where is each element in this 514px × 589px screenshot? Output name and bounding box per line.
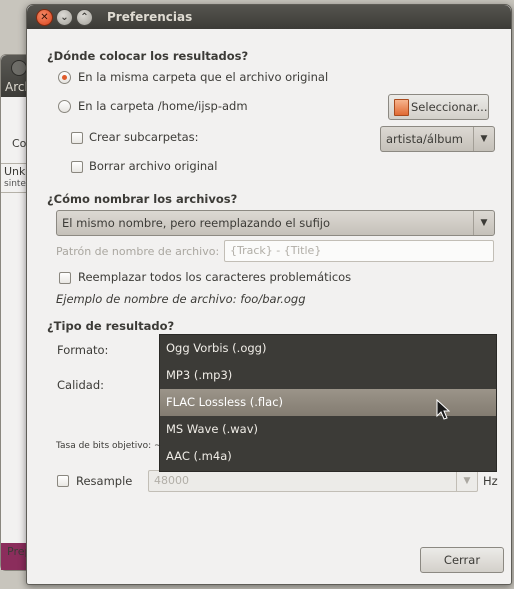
replace-chars-checkbox[interactable] bbox=[59, 272, 71, 284]
result-header: ¿Tipo de resultado? bbox=[47, 319, 175, 333]
close-button[interactable]: Cerrar bbox=[420, 547, 504, 573]
create-subfolders-checkbox[interactable] bbox=[71, 132, 83, 144]
dialog-title: Preferencias bbox=[107, 10, 193, 24]
background-row-unk: Unk bbox=[4, 165, 26, 178]
delete-original-label[interactable]: Borrar archivo original bbox=[89, 159, 217, 173]
naming-mode-combo[interactable]: El mismo nombre, pero reemplazando el su… bbox=[56, 210, 495, 236]
dropdown-arrow-icon: ▼ bbox=[456, 471, 477, 491]
where-header: ¿Dónde colocar los resultados? bbox=[47, 49, 249, 63]
pattern-label: Patrón de nombre de archivo: bbox=[56, 245, 220, 258]
background-label-co: Co bbox=[12, 137, 27, 150]
naming-header: ¿Cómo nombrar los archivos? bbox=[47, 192, 238, 206]
background-row-sint: sinte bbox=[4, 179, 26, 189]
filename-example: Ejemplo de nombre de archivo: foo/bar.og… bbox=[56, 292, 306, 306]
replace-chars-label[interactable]: Reemplazar todos los caracteres problemá… bbox=[78, 270, 351, 284]
dropdown-arrow-icon: ▼ bbox=[473, 211, 494, 235]
preferences-dialog: ✕ ⌄ ⌃ Preferencias ¿Dónde colocar los re… bbox=[26, 4, 512, 585]
folder-icon bbox=[394, 99, 409, 116]
dropdown-arrow-icon: ▼ bbox=[473, 127, 494, 151]
same-folder-radio[interactable] bbox=[58, 71, 71, 84]
pattern-input[interactable]: {Track} - {Title} bbox=[224, 240, 494, 262]
custom-folder-label[interactable]: En la carpeta /home/ijsp-adm bbox=[78, 99, 248, 113]
delete-original-checkbox[interactable] bbox=[71, 161, 83, 173]
format-label: Formato: bbox=[57, 343, 109, 357]
titlebar bbox=[27, 5, 511, 29]
format-option-ogg[interactable]: Ogg Vorbis (.ogg) bbox=[160, 335, 496, 362]
create-subfolders-label[interactable]: Crear subcarpetas: bbox=[89, 130, 199, 144]
background-close-icon[interactable] bbox=[11, 60, 27, 76]
custom-folder-radio[interactable] bbox=[58, 100, 71, 113]
mouse-pointer-icon bbox=[436, 399, 450, 420]
maximize-window-button[interactable]: ⌃ bbox=[76, 9, 93, 26]
same-folder-label[interactable]: En la misma carpeta que el archivo origi… bbox=[78, 70, 328, 84]
bitrate-label: Tasa de bits objetivo: ~1 bbox=[56, 441, 168, 451]
close-window-button[interactable]: ✕ bbox=[36, 9, 53, 26]
format-option-mp3[interactable]: MP3 (.mp3) bbox=[160, 362, 496, 389]
minimize-window-button[interactable]: ⌄ bbox=[56, 9, 73, 26]
subfolder-pattern-combo[interactable]: artista/álbum ▼ bbox=[380, 126, 495, 152]
format-option-aac[interactable]: AAC (.m4a) bbox=[160, 443, 496, 470]
resample-rate-combo[interactable]: 48000 ▼ bbox=[148, 470, 478, 492]
select-folder-button[interactable]: Seleccionar... bbox=[388, 94, 489, 120]
quality-label: Calidad: bbox=[57, 378, 104, 392]
resample-label[interactable]: Resample bbox=[76, 474, 132, 488]
hz-label: Hz bbox=[483, 474, 498, 488]
resample-checkbox[interactable] bbox=[57, 475, 69, 487]
